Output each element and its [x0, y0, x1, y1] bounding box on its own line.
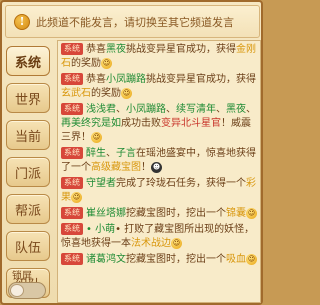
chat-window: ! 此频道不能发言，请切换至其它频道发言 系统 世界 当前 门派 帮派 队伍 组…	[0, 0, 263, 305]
system-tag: 系统	[61, 43, 83, 55]
system-tag: 系统	[61, 207, 83, 219]
item-link[interactable]: 锦囊	[226, 208, 246, 219]
notice-text: 此频道不能发言，请切换至其它频道发言	[36, 15, 234, 29]
player-name[interactable]: 子言	[116, 148, 136, 159]
smile-emoji-icon: ☺	[121, 87, 132, 99]
smile-emoji-icon: ☺	[171, 237, 182, 249]
channel-notice-banner: ! 此频道不能发言，请切换至其它频道发言	[5, 5, 260, 38]
player-name[interactable]: 诸葛鸿文	[86, 254, 126, 265]
smile-emoji-icon: ☺	[246, 253, 257, 265]
player-name[interactable]: 醉生	[86, 148, 106, 159]
smile-emoji-icon: ☺	[101, 57, 112, 69]
player-name[interactable]: 小凤蹦路	[106, 74, 146, 85]
tab-world[interactable]: 世界	[6, 83, 50, 113]
system-tag: 系统	[61, 253, 83, 265]
player-name[interactable]: 续写清年	[176, 104, 216, 115]
player-name[interactable]: 崔丝塔娜	[86, 208, 126, 219]
player-name[interactable]: 黑夜	[106, 44, 126, 55]
list-item: 系统 • 小萌• 打败了藏宝图所出现的妖怪，惊喜地获得一本法术战边 ☺	[61, 223, 255, 249]
info-icon: !	[14, 13, 30, 30]
player-name[interactable]: 黑夜	[226, 104, 246, 115]
cool-emoji-icon: ☻	[151, 161, 162, 173]
smile-emoji-icon: ☺	[91, 131, 102, 143]
smile-emoji-icon: ☺	[71, 191, 82, 203]
list-item: 系统 诸葛鸿文挖藏宝图时，挖出一个吸血 ☺	[61, 253, 257, 267]
system-tag: 系统	[61, 103, 83, 115]
system-tag: 系统	[61, 73, 83, 85]
tab-guild[interactable]: 帮派	[6, 194, 50, 224]
toggle-knob	[10, 284, 24, 297]
player-name[interactable]: 再美终究是如	[61, 118, 121, 129]
list-item: 系统 崔丝塔娜挖藏宝图时，挖出一个锦囊 ☺	[61, 207, 257, 221]
list-item: 系统 恭喜小凤蹦路挑战变异星官成功，获得玄武石的奖励 ☺	[61, 73, 256, 99]
list-item: 系统 浅浅君、小凤蹦路、续写清年、黑夜、再美终究是如成功击败变异北斗星官！威震三界…	[61, 103, 256, 143]
list-item: 系统 守望者完成了玲珑石任务，获得一个彩果 ☺	[61, 177, 256, 203]
message-list[interactable]: 系统 恭喜黑夜挑战变异星官成功，获得金刚石的奖励 ☺ 系统 恭喜小凤蹦路挑战变异星官成…	[57, 40, 261, 303]
system-tag: 系统	[61, 177, 83, 189]
item-link[interactable]: 法术战边	[131, 238, 171, 249]
item-link[interactable]: 吸血	[226, 254, 246, 265]
list-item: 系统 醉生、子言在瑶池盛宴中，惊喜地获得了一个高级藏宝图！ ☻	[61, 147, 256, 173]
smile-emoji-icon: ☺	[246, 207, 257, 219]
item-link[interactable]: 高级藏宝图	[91, 162, 141, 173]
lock-screen-label: 锁屏	[12, 271, 32, 282]
tab-system[interactable]: 系统	[6, 46, 50, 76]
lock-screen-toggle[interactable]	[8, 282, 46, 299]
player-name[interactable]: • 小萌	[86, 224, 115, 235]
player-name[interactable]: 浅浅君	[86, 104, 116, 115]
list-item: 系统 恭喜黑夜挑战变异星官成功，获得金刚石的奖励 ☺	[61, 43, 256, 69]
tab-current[interactable]: 当前	[6, 120, 50, 150]
player-name[interactable]: 守望者	[86, 178, 116, 189]
boss-name: 变异北斗星官	[161, 118, 221, 129]
tab-team[interactable]: 队伍	[6, 231, 50, 261]
item-link[interactable]: 玄武石	[61, 88, 91, 99]
system-tag: 系统	[61, 147, 83, 159]
system-tag: 系统	[61, 223, 83, 235]
tab-sect[interactable]: 门派	[6, 157, 50, 187]
player-name[interactable]: 小凤蹦路	[126, 104, 166, 115]
